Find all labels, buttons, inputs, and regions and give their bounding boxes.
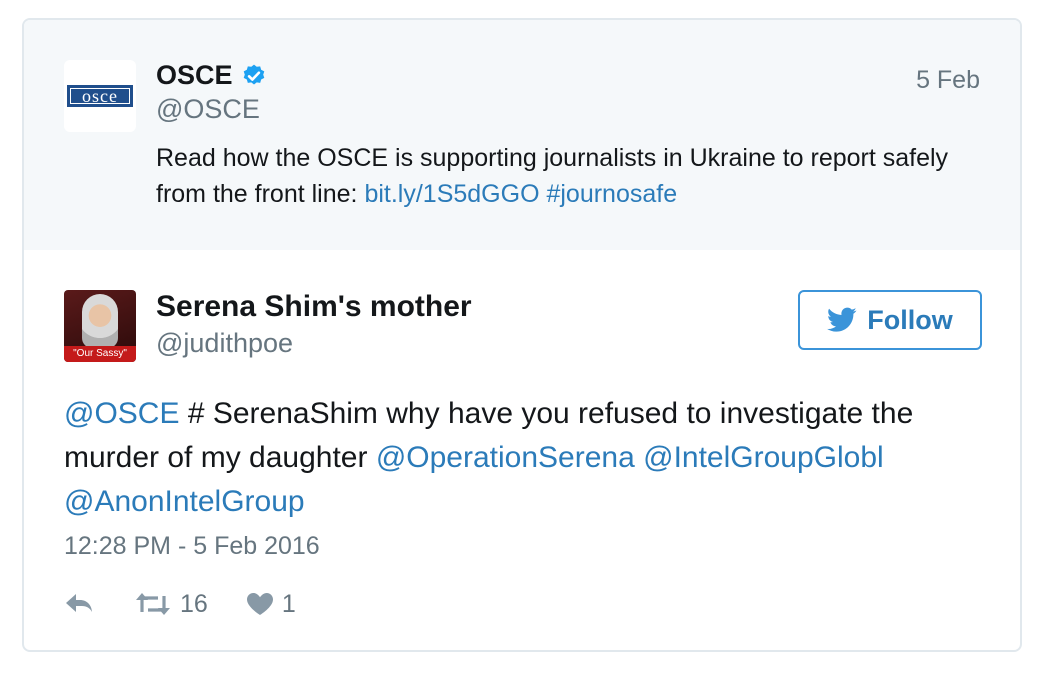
avatar-caption: "Our Sassy" bbox=[64, 346, 136, 362]
reply-button[interactable] bbox=[64, 592, 96, 616]
heart-icon bbox=[246, 593, 273, 615]
tweet-timestamp[interactable]: 12:28 PM - 5 Feb 2016 bbox=[64, 532, 320, 561]
mention-osce[interactable]: @OSCE bbox=[64, 397, 179, 430]
mention-anonintelgroup[interactable]: @AnonIntelGroup bbox=[64, 485, 305, 518]
parent-author-name[interactable]: OSCE bbox=[156, 60, 267, 91]
osce-logo-text: osce bbox=[82, 86, 118, 106]
author-name[interactable]: Serena Shim's mother bbox=[156, 290, 472, 324]
parent-author-handle[interactable]: @OSCE bbox=[156, 94, 260, 125]
follow-button-label: Follow bbox=[867, 304, 953, 335]
like-button[interactable]: 1 bbox=[246, 590, 296, 619]
author-avatar[interactable]: "Our Sassy" bbox=[64, 290, 136, 362]
embedded-tweet-card: osce OSCE @OSCE 5 Feb Read how the OSCE … bbox=[22, 18, 1022, 652]
osce-logo: osce bbox=[67, 85, 133, 107]
parent-tweet[interactable]: osce OSCE @OSCE 5 Feb Read how the OSCE … bbox=[24, 20, 1020, 250]
retweet-count: 16 bbox=[180, 589, 208, 618]
mention-intelgroupglobl[interactable]: @IntelGroupGlobl bbox=[643, 441, 884, 474]
like-count: 1 bbox=[281, 589, 296, 618]
verified-badge-icon bbox=[243, 64, 264, 85]
retweet-button[interactable]: 16 bbox=[134, 590, 208, 619]
avatar-portrait bbox=[82, 294, 118, 348]
retweet-icon bbox=[136, 593, 170, 615]
parent-author-name-text: OSCE bbox=[156, 60, 233, 90]
reply-icon bbox=[66, 594, 92, 612]
parent-tweet-link[interactable]: bit.ly/1S5dGGO bbox=[364, 180, 539, 208]
mention-operationserena[interactable]: @OperationSerena bbox=[376, 441, 635, 474]
author-handle[interactable]: @judithpoe bbox=[156, 328, 293, 359]
parent-tweet-text: Read how the OSCE is supporting journali… bbox=[156, 140, 986, 212]
follow-button[interactable]: Follow bbox=[798, 290, 982, 350]
twitter-bird-icon bbox=[827, 307, 857, 332]
parent-tweet-date[interactable]: 5 Feb bbox=[916, 66, 980, 95]
osce-avatar[interactable]: osce bbox=[64, 60, 136, 132]
hashtag-journosafe[interactable]: #journosafe bbox=[546, 180, 677, 208]
tweet-text: @OSCE # SerenaShim why have you refused … bbox=[64, 392, 994, 524]
tweet-actions: 16 1 bbox=[64, 586, 296, 622]
